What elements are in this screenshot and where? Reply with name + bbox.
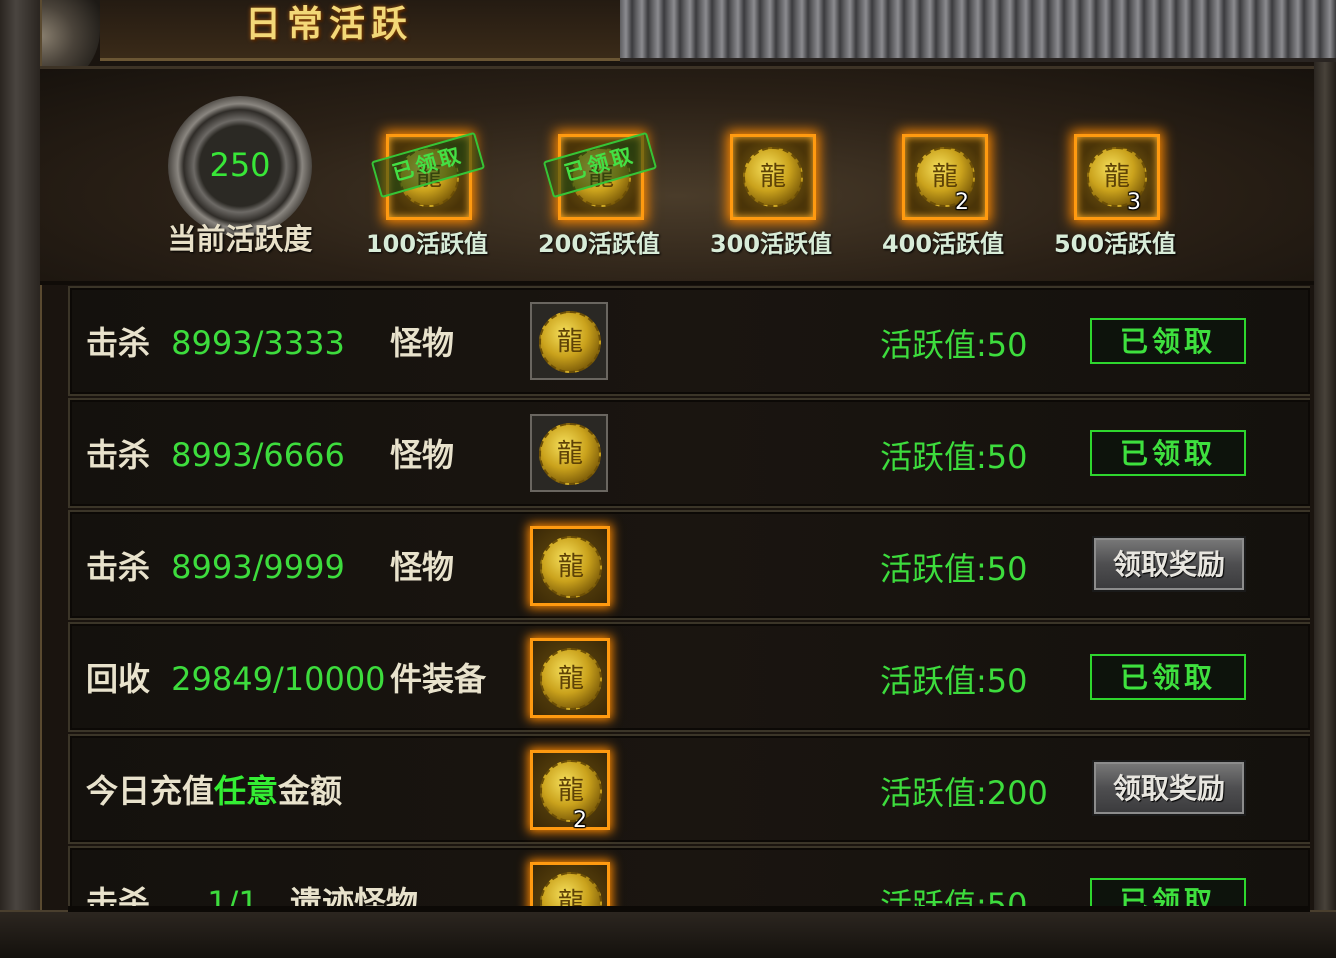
list-bottom-edge <box>68 906 1310 912</box>
task-list[interactable]: 击杀 8993/3333 怪物 龍 活跃值:50 已领取 击杀 8993/666… <box>68 284 1310 910</box>
claimed-button[interactable]: 已领取 <box>1090 654 1246 700</box>
task-row: 击杀 8993/6666 怪物 龍 活跃值:50 已领取 <box>68 398 1310 508</box>
dragon-coin-icon: 龍 <box>539 423 601 485</box>
task-verb: 击杀 <box>86 548 151 586</box>
task-description: 击杀 8993/3333 <box>86 318 345 364</box>
task-progress: 8993/6666 <box>171 436 345 474</box>
current-activity-value: 250 <box>209 146 271 184</box>
roof-decoration <box>620 0 1336 62</box>
dragon-coin-icon: 龍 <box>540 648 602 710</box>
task-verb: 今日充值 <box>86 772 215 810</box>
task-progress: 8993/9999 <box>171 548 345 586</box>
task-target: 件装备 <box>390 660 487 698</box>
task-suffix: 金额 <box>278 772 343 810</box>
window-title: 日常活跃 <box>245 3 414 45</box>
task-verb: 击杀 <box>86 436 151 474</box>
milestone-reward-box[interactable]: 龍 3 <box>1074 134 1160 220</box>
task-points: 活跃值:50 <box>880 550 1028 588</box>
claim-reward-button[interactable]: 领取奖励 <box>1092 760 1246 816</box>
task-points: 活跃值:50 <box>880 326 1028 364</box>
task-reward-slot[interactable]: 龍 <box>530 302 608 380</box>
task-points: 活跃值:50 <box>880 662 1028 700</box>
dragon-coin-icon: 龍 <box>540 760 602 822</box>
item-count: 3 <box>1127 190 1141 215</box>
task-reward-slot[interactable]: 龍 <box>530 638 610 718</box>
frame-left <box>0 0 42 958</box>
milestone-label: 200活跃值 <box>537 230 661 258</box>
frame-bottom <box>0 910 1336 958</box>
task-description: 回收 29849/10000 <box>86 654 386 700</box>
task-row: 击杀 8993/9999 怪物 龍 活跃值:50 领取奖励 <box>68 510 1310 620</box>
claimed-button[interactable]: 已领取 <box>1090 430 1246 476</box>
task-highlight: 任意 <box>214 772 279 810</box>
task-reward-slot[interactable]: 龍 <box>530 526 610 606</box>
dragon-coin-icon: 龍 <box>743 147 803 207</box>
task-description: 击杀 8993/9999 <box>86 542 345 588</box>
milestone-400[interactable]: 龍 2 400活跃值 <box>868 132 1018 272</box>
task-target: 怪物 <box>390 436 455 474</box>
milestone-label: 300活跃值 <box>709 230 833 258</box>
task-verb: 回收 <box>86 660 151 698</box>
claim-reward-button[interactable]: 领取奖励 <box>1092 536 1246 592</box>
task-row: 击杀 8993/3333 怪物 龍 活跃值:50 已领取 <box>68 286 1310 396</box>
dragon-coin-icon: 龍 <box>540 536 602 598</box>
milestone-label: 100活跃值 <box>365 230 489 258</box>
task-progress: 8993/3333 <box>171 324 345 362</box>
milestone-100[interactable]: 龍 已领取 100活跃值 <box>352 131 502 272</box>
milestone-reward-box[interactable]: 龍 2 <box>902 134 988 220</box>
task-description: 今日充值任意金额 <box>86 766 342 812</box>
task-row: 击杀 1/1 遗迹怪物 龍 活跃值:50 已领取 <box>68 846 1310 910</box>
milestone-500[interactable]: 龍 3 500活跃值 <box>1040 132 1190 272</box>
task-points: 活跃值:200 <box>880 774 1048 812</box>
milestone-200[interactable]: 龍 已领取 200活跃值 <box>524 131 674 272</box>
task-reward-slot[interactable]: 龍 2 <box>530 750 610 833</box>
milestone-label: 500活跃值 <box>1053 230 1177 258</box>
task-description: 击杀 8993/6666 <box>86 430 345 476</box>
dragon-coin-icon: 龍 <box>540 872 602 910</box>
milestone-reward-box[interactable]: 龍 <box>730 134 816 220</box>
current-activity-label: 当前活跃度 <box>167 222 313 256</box>
task-row: 回收 29849/10000 件装备 龍 活跃值:50 已领取 <box>68 622 1310 732</box>
task-row: 今日充值任意金额 龍 2 活跃值:200 领取奖励 <box>68 734 1310 844</box>
task-reward-slot[interactable]: 龍 <box>530 414 608 492</box>
dragon-coin-icon: 龍 <box>539 311 601 373</box>
task-reward-slot[interactable]: 龍 <box>530 862 610 910</box>
claimed-button[interactable]: 已领取 <box>1090 318 1246 364</box>
task-verb: 击杀 <box>86 324 151 362</box>
milestone-300[interactable]: 龍 300活跃值 <box>696 132 846 272</box>
milestone-label: 400活跃值 <box>881 230 1005 258</box>
item-count: 2 <box>573 808 587 833</box>
item-count: 2 <box>955 190 969 215</box>
task-points: 活跃值:50 <box>880 438 1028 476</box>
task-progress: 29849/10000 <box>171 660 386 698</box>
current-activity: 250 当前活跃度 <box>150 96 330 266</box>
task-target: 怪物 <box>390 324 455 362</box>
task-target: 怪物 <box>390 548 455 586</box>
frame-right <box>1314 0 1336 958</box>
